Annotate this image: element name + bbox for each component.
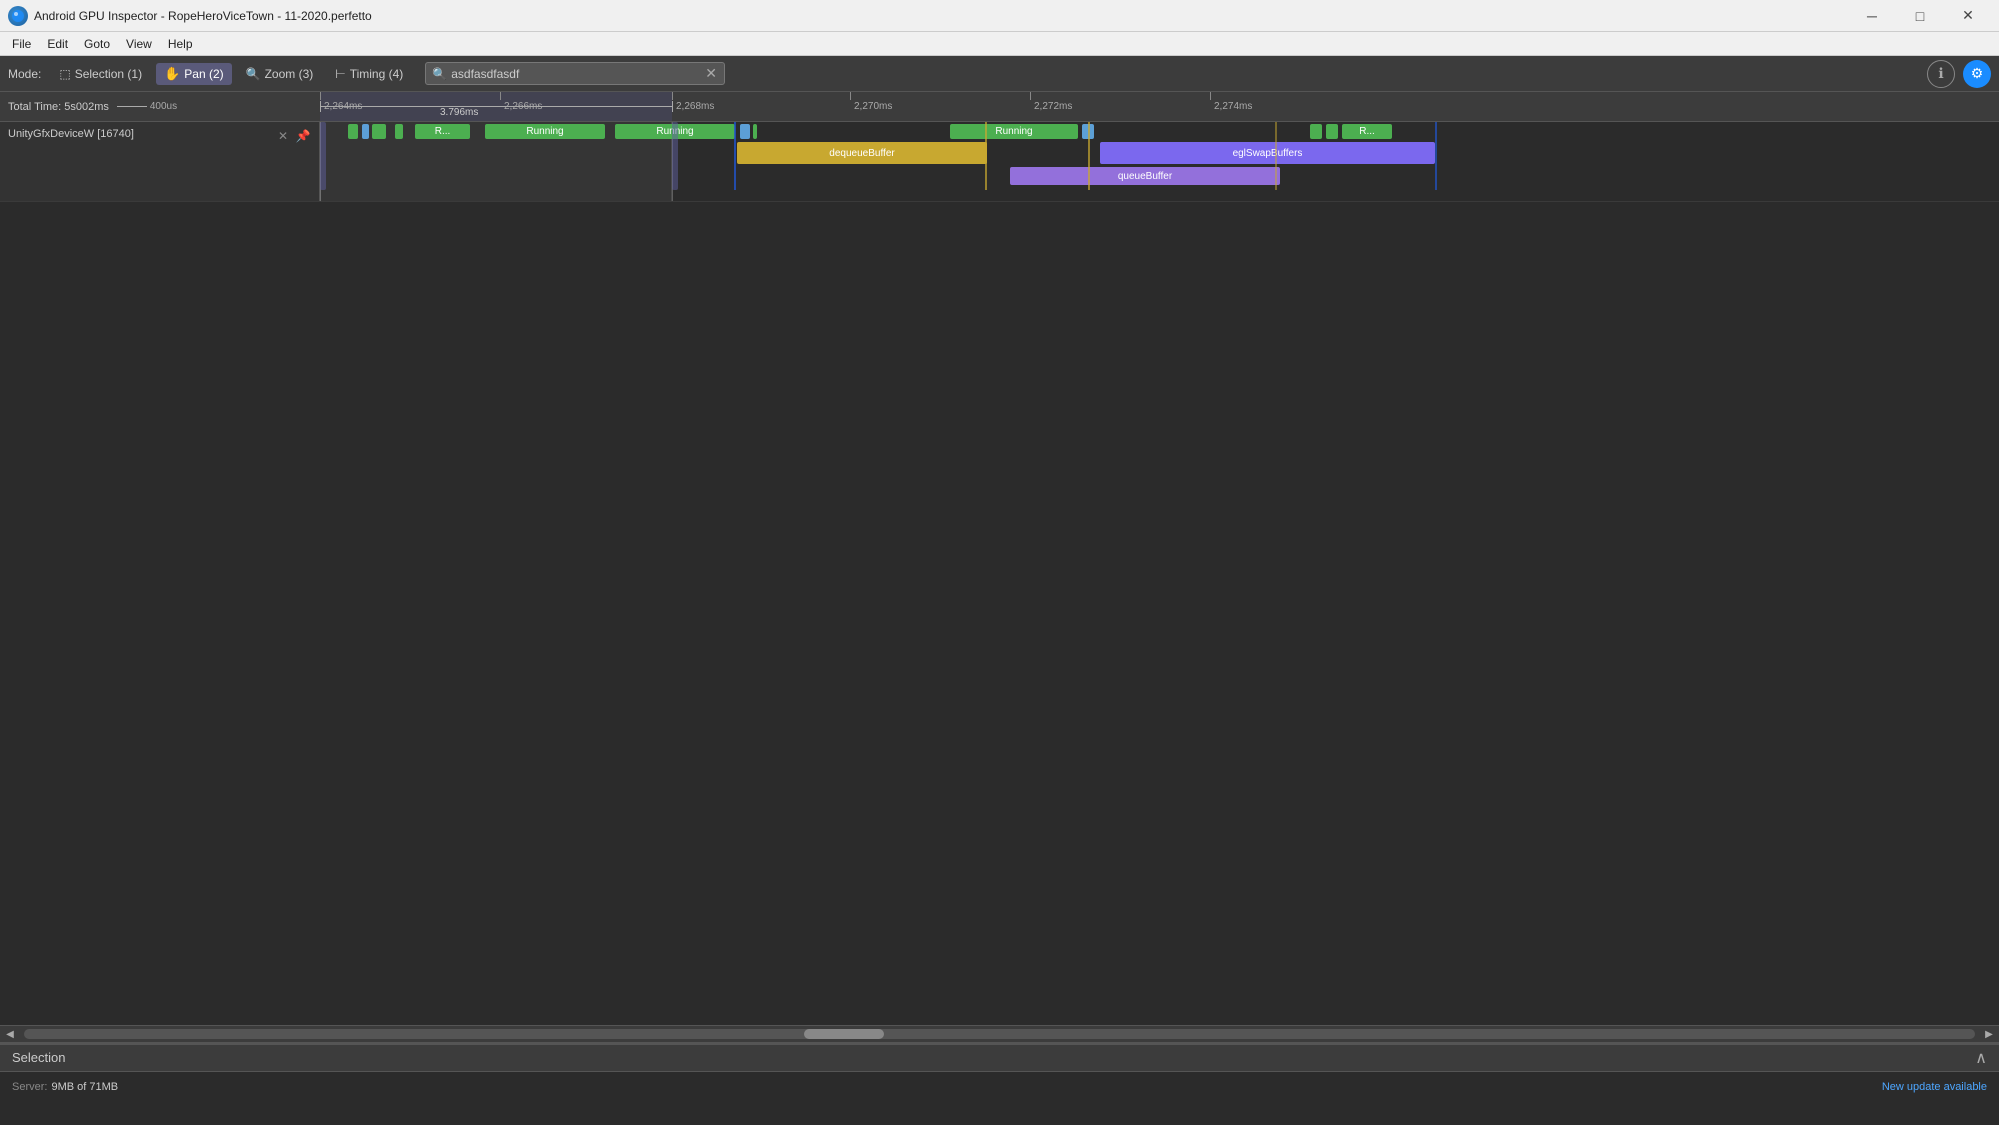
- track-collapse-button[interactable]: ✕: [275, 128, 291, 144]
- tick-label-1: 2,266ms: [500, 101, 542, 112]
- mode-selection-label: Selection (1): [75, 67, 142, 81]
- bottom-panel: Selection ∧ Server: 9MB of 71MB New upda…: [0, 1043, 1999, 1103]
- segment-running-1[interactable]: Running: [485, 124, 605, 139]
- update-link[interactable]: New update available: [1882, 1081, 1987, 1093]
- menu-bar: File Edit Goto View Help: [0, 32, 1999, 56]
- track-pin-button[interactable]: 📌: [295, 128, 311, 144]
- track-canvas[interactable]: R... Running Running Running: [320, 122, 1999, 201]
- time-tick-5: 2,274ms: [1210, 92, 1252, 121]
- window-title: Android GPU Inspector - RopeHeroViceTown…: [34, 9, 1843, 23]
- app-icon: [8, 6, 28, 26]
- segment-sb1[interactable]: [362, 124, 369, 139]
- range-label: 3.796ms: [440, 107, 478, 118]
- time-tick-0: 2,264ms: [320, 92, 362, 121]
- scroll-left-button[interactable]: ◀: [0, 1025, 20, 1043]
- scale-indicator: 400us: [117, 101, 177, 112]
- settings-button[interactable]: ⚙: [1963, 60, 1991, 88]
- segment-purple-start: [320, 122, 326, 190]
- mode-label: Mode:: [8, 67, 41, 81]
- menu-file[interactable]: File: [4, 35, 39, 53]
- search-input[interactable]: [451, 67, 701, 81]
- menu-edit[interactable]: Edit: [39, 35, 76, 53]
- selection-icon: ⬚: [59, 67, 70, 81]
- tick-label-5: 2,274ms: [1210, 101, 1252, 112]
- v-marker-yellow2: [1088, 122, 1090, 190]
- mode-timing-label: Timing (4): [350, 67, 404, 81]
- scroll-right-button[interactable]: ▶: [1979, 1025, 1999, 1043]
- segment-r-tiny[interactable]: [395, 124, 403, 139]
- segment-sg1[interactable]: [348, 124, 358, 139]
- time-tick-3: 2,270ms: [850, 92, 892, 121]
- v-marker-blue2: [1435, 122, 1437, 190]
- close-button[interactable]: ✕: [1945, 0, 1991, 32]
- time-tick-1: 2,266ms: [500, 92, 542, 121]
- tick-label-0: 2,264ms: [320, 101, 362, 112]
- zoom-icon: 🔍: [246, 67, 261, 81]
- menu-view[interactable]: View: [118, 35, 160, 53]
- segment-sg5[interactable]: [1326, 124, 1338, 139]
- minimize-button[interactable]: ─: [1849, 0, 1895, 32]
- segment-r-far[interactable]: R...: [1342, 124, 1392, 139]
- horizontal-scrollbar[interactable]: ◀ ▶: [0, 1025, 1999, 1043]
- time-tick-4: 2,272ms: [1030, 92, 1072, 121]
- title-bar: Android GPU Inspector - RopeHeroViceTown…: [0, 0, 1999, 32]
- search-container: 🔍 ✕: [425, 62, 725, 85]
- segment-sb2[interactable]: [740, 124, 750, 139]
- mode-pan-label: Pan (2): [184, 67, 223, 81]
- v-marker-blue: [734, 122, 736, 190]
- track-area: UnityGfxDeviceW [16740] ✕ 📌 R...: [0, 122, 1999, 1025]
- timeline-header: Total Time: 5s002ms 400us 3.796ms 2,264m…: [0, 92, 1999, 122]
- menu-help[interactable]: Help: [160, 35, 201, 53]
- pan-icon: ✋: [164, 66, 180, 82]
- segment-queuebuf[interactable]: queueBuffer: [1010, 167, 1280, 185]
- scroll-thumb[interactable]: [804, 1029, 884, 1039]
- scale-label: 400us: [150, 101, 177, 112]
- menu-goto[interactable]: Goto: [76, 35, 118, 53]
- segment-sg4[interactable]: [1310, 124, 1322, 139]
- maximize-button[interactable]: □: [1897, 0, 1943, 32]
- server-value: 9MB of 71MB: [51, 1081, 118, 1093]
- mode-zoom-label: Zoom (3): [265, 67, 314, 81]
- scroll-track: [24, 1029, 1975, 1039]
- panel-title: Selection: [12, 1050, 1975, 1065]
- total-time-text: Total Time: 5s002ms: [8, 101, 109, 113]
- tick-label-4: 2,272ms: [1030, 101, 1072, 112]
- segment-eglswap[interactable]: eglSwapBuffers: [1100, 142, 1435, 164]
- panel-collapse-button[interactable]: ∧: [1975, 1048, 1987, 1068]
- server-label: Server:: [12, 1081, 47, 1093]
- track-controls: ✕ 📌: [275, 128, 311, 144]
- toolbar: Mode: ⬚ Selection (1) ✋ Pan (2) 🔍 Zoom (…: [0, 56, 1999, 92]
- v-marker-yellow: [985, 122, 987, 190]
- bottom-panel-header: Selection ∧: [0, 1045, 1999, 1072]
- segment-sg3[interactable]: [753, 124, 757, 139]
- time-tick-2: 2,268ms: [672, 92, 714, 121]
- segment-dequeue[interactable]: dequeueBuffer: [737, 142, 987, 164]
- mode-selection-button[interactable]: ⬚ Selection (1): [51, 64, 150, 84]
- bottom-panel-content: Server: 9MB of 71MB New update available: [0, 1072, 1999, 1103]
- mode-zoom-button[interactable]: 🔍 Zoom (3): [238, 64, 322, 84]
- mode-pan-button[interactable]: ✋ Pan (2): [156, 63, 232, 85]
- v-marker-yellow3: [1275, 122, 1277, 190]
- track-row: UnityGfxDeviceW [16740] ✕ 📌 R...: [0, 122, 1999, 202]
- segment-running-3[interactable]: Running: [950, 124, 1078, 139]
- main-content: UnityGfxDeviceW [16740] ✕ 📌 R...: [0, 122, 1999, 1025]
- search-clear-button[interactable]: ✕: [705, 65, 717, 82]
- segment-purple-end: [672, 122, 678, 190]
- segment-r-dots[interactable]: R...: [415, 124, 470, 139]
- total-time-label: Total Time: 5s002ms 400us: [0, 101, 320, 113]
- info-button[interactable]: ℹ: [1927, 60, 1955, 88]
- track-label: UnityGfxDeviceW [16740] ✕ 📌: [0, 122, 320, 201]
- tick-label-2: 2,268ms: [672, 101, 714, 112]
- track-name: UnityGfxDeviceW [16740]: [8, 128, 134, 140]
- timing-icon: ⊢: [335, 67, 345, 81]
- tick-label-3: 2,270ms: [850, 101, 892, 112]
- window-controls: ─ □ ✕: [1849, 0, 1991, 32]
- search-icon: 🔍: [432, 67, 447, 81]
- time-ruler: 3.796ms 2,264ms 2,266ms 2,268ms 2,270ms …: [320, 92, 1999, 121]
- mode-timing-button[interactable]: ⊢ Timing (4): [327, 64, 411, 84]
- segment-sg2[interactable]: [372, 124, 386, 139]
